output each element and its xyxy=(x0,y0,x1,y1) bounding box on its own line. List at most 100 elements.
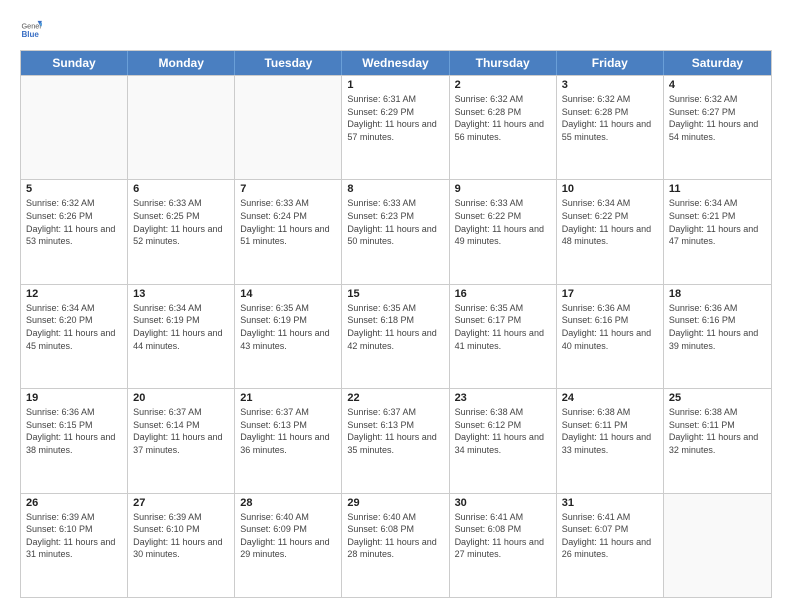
calendar-header: Sunday Monday Tuesday Wednesday Thursday… xyxy=(21,51,771,75)
empty-cell xyxy=(664,494,771,597)
day-info-5: Sunrise: 6:32 AM Sunset: 6:26 PM Dayligh… xyxy=(26,197,122,247)
day-info-24: Sunrise: 6:38 AM Sunset: 6:11 PM Dayligh… xyxy=(562,406,658,456)
day-number-24: 24 xyxy=(562,392,658,404)
day-number-5: 5 xyxy=(26,183,122,195)
day-info-1: Sunrise: 6:31 AM Sunset: 6:29 PM Dayligh… xyxy=(347,93,443,143)
day-cell-10: 10Sunrise: 6:34 AM Sunset: 6:22 PM Dayli… xyxy=(557,180,664,283)
day-info-6: Sunrise: 6:33 AM Sunset: 6:25 PM Dayligh… xyxy=(133,197,229,247)
calendar-row-1: 5 Sunrise: 6:32 AM Sunset: 6:26 PM Daylig… xyxy=(21,179,771,283)
header-thursday: Thursday xyxy=(450,51,557,75)
day-number-29: 29 xyxy=(347,497,443,509)
day-cell-30: 30 Sunrise: 6:41 AM Sunset: 6:08 PM Dayli… xyxy=(450,494,557,597)
day-cell-18: 18Sunrise: 6:36 AM Sunset: 6:16 PM Dayli… xyxy=(664,285,771,388)
day-info-31: Sunrise: 6:41 AM Sunset: 6:07 PM Dayligh… xyxy=(562,511,658,561)
day-info-8: Sunrise: 6:33 AM Sunset: 6:23 PM Dayligh… xyxy=(347,197,443,247)
header-saturday: Saturday xyxy=(664,51,771,75)
day-cell-31: 31 Sunrise: 6:41 AM Sunset: 6:07 PM Dayli… xyxy=(557,494,664,597)
day-number-4: 4 xyxy=(669,79,766,91)
day-info-10: Sunrise: 6:34 AM Sunset: 6:22 PM Dayligh… xyxy=(562,197,658,247)
empty-cell xyxy=(128,76,235,179)
header-sunday: Sunday xyxy=(21,51,128,75)
day-number-2: 2 xyxy=(455,79,551,91)
day-cell-16: 16 Sunrise: 6:35 AM Sunset: 6:17 PM Dayli… xyxy=(450,285,557,388)
header-wednesday: Wednesday xyxy=(342,51,449,75)
day-info-22: Sunrise: 6:37 AM Sunset: 6:13 PM Dayligh… xyxy=(347,406,443,456)
day-info-23: Sunrise: 6:38 AM Sunset: 6:12 PM Dayligh… xyxy=(455,406,551,456)
day-number-23: 23 xyxy=(455,392,551,404)
day-info-26: Sunrise: 6:39 AM Sunset: 6:10 PM Dayligh… xyxy=(26,511,122,561)
day-number-25: 25 xyxy=(669,392,766,404)
day-cell-20: 20 Sunrise: 6:37 AM Sunset: 6:14 PM Dayli… xyxy=(128,389,235,492)
day-cell-28: 28Sunrise: 6:40 AM Sunset: 6:09 PM Dayli… xyxy=(235,494,342,597)
day-cell-11: 11 Sunrise: 6:34 AM Sunset: 6:21 PM Dayli… xyxy=(664,180,771,283)
day-number-22: 22 xyxy=(347,392,443,404)
empty-cell xyxy=(21,76,128,179)
day-cell-13: 13 Sunrise: 6:34 AM Sunset: 6:19 PM Dayli… xyxy=(128,285,235,388)
day-cell-22: 22 Sunrise: 6:37 AM Sunset: 6:13 PM Dayli… xyxy=(342,389,449,492)
day-number-30: 30 xyxy=(455,497,551,509)
day-info-27: Sunrise: 6:39 AM Sunset: 6:10 PM Dayligh… xyxy=(133,511,229,561)
day-number-27: 27 xyxy=(133,497,229,509)
day-cell-6: 6Sunrise: 6:33 AM Sunset: 6:25 PM Daylig… xyxy=(128,180,235,283)
day-info-15: Sunrise: 6:35 AM Sunset: 6:18 PM Dayligh… xyxy=(347,302,443,352)
day-info-29: Sunrise: 6:40 AM Sunset: 6:08 PM Dayligh… xyxy=(347,511,443,561)
calendar-row-3: 19Sunrise: 6:36 AM Sunset: 6:15 PM Dayli… xyxy=(21,388,771,492)
day-number-8: 8 xyxy=(347,183,443,195)
day-cell-8: 8 Sunrise: 6:33 AM Sunset: 6:23 PM Daylig… xyxy=(342,180,449,283)
day-number-31: 31 xyxy=(562,497,658,509)
calendar-row-2: 12Sunrise: 6:34 AM Sunset: 6:20 PM Dayli… xyxy=(21,284,771,388)
day-info-11: Sunrise: 6:34 AM Sunset: 6:21 PM Dayligh… xyxy=(669,197,766,247)
header-monday: Monday xyxy=(128,51,235,75)
day-number-12: 12 xyxy=(26,288,122,300)
day-info-13: Sunrise: 6:34 AM Sunset: 6:19 PM Dayligh… xyxy=(133,302,229,352)
day-cell-3: 3 Sunrise: 6:32 AM Sunset: 6:28 PM Daylig… xyxy=(557,76,664,179)
calendar-body: 1 Sunrise: 6:31 AM Sunset: 6:29 PM Daylig… xyxy=(21,75,771,597)
day-cell-14: 14Sunrise: 6:35 AM Sunset: 6:19 PM Dayli… xyxy=(235,285,342,388)
day-number-11: 11 xyxy=(669,183,766,195)
day-cell-5: 5 Sunrise: 6:32 AM Sunset: 6:26 PM Daylig… xyxy=(21,180,128,283)
day-cell-15: 15 Sunrise: 6:35 AM Sunset: 6:18 PM Dayli… xyxy=(342,285,449,388)
day-cell-21: 21Sunrise: 6:37 AM Sunset: 6:13 PM Dayli… xyxy=(235,389,342,492)
day-number-20: 20 xyxy=(133,392,229,404)
day-number-1: 1 xyxy=(347,79,443,91)
day-info-17: Sunrise: 6:36 AM Sunset: 6:16 PM Dayligh… xyxy=(562,302,658,352)
page-header: General Blue xyxy=(20,18,772,40)
day-cell-2: 2 Sunrise: 6:32 AM Sunset: 6:28 PM Daylig… xyxy=(450,76,557,179)
day-info-20: Sunrise: 6:37 AM Sunset: 6:14 PM Dayligh… xyxy=(133,406,229,456)
day-info-21: Sunrise: 6:37 AM Sunset: 6:13 PM Dayligh… xyxy=(240,406,336,456)
day-number-26: 26 xyxy=(26,497,122,509)
day-cell-12: 12Sunrise: 6:34 AM Sunset: 6:20 PM Dayli… xyxy=(21,285,128,388)
day-number-16: 16 xyxy=(455,288,551,300)
day-info-4: Sunrise: 6:32 AM Sunset: 6:27 PM Dayligh… xyxy=(669,93,766,143)
day-number-3: 3 xyxy=(562,79,658,91)
day-cell-23: 23 Sunrise: 6:38 AM Sunset: 6:12 PM Dayli… xyxy=(450,389,557,492)
day-cell-27: 27 Sunrise: 6:39 AM Sunset: 6:10 PM Dayli… xyxy=(128,494,235,597)
logo: General Blue xyxy=(20,18,46,40)
day-info-9: Sunrise: 6:33 AM Sunset: 6:22 PM Dayligh… xyxy=(455,197,551,247)
day-info-2: Sunrise: 6:32 AM Sunset: 6:28 PM Dayligh… xyxy=(455,93,551,143)
day-info-16: Sunrise: 6:35 AM Sunset: 6:17 PM Dayligh… xyxy=(455,302,551,352)
day-number-28: 28 xyxy=(240,497,336,509)
logo-icon: General Blue xyxy=(20,18,42,40)
day-info-30: Sunrise: 6:41 AM Sunset: 6:08 PM Dayligh… xyxy=(455,511,551,561)
day-cell-1: 1 Sunrise: 6:31 AM Sunset: 6:29 PM Daylig… xyxy=(342,76,449,179)
day-number-9: 9 xyxy=(455,183,551,195)
day-cell-7: 7Sunrise: 6:33 AM Sunset: 6:24 PM Daylig… xyxy=(235,180,342,283)
day-number-17: 17 xyxy=(562,288,658,300)
day-number-15: 15 xyxy=(347,288,443,300)
calendar-row-0: 1 Sunrise: 6:31 AM Sunset: 6:29 PM Daylig… xyxy=(21,75,771,179)
day-cell-26: 26 Sunrise: 6:39 AM Sunset: 6:10 PM Dayli… xyxy=(21,494,128,597)
day-cell-25: 25 Sunrise: 6:38 AM Sunset: 6:11 PM Dayli… xyxy=(664,389,771,492)
day-cell-29: 29 Sunrise: 6:40 AM Sunset: 6:08 PM Dayli… xyxy=(342,494,449,597)
day-number-7: 7 xyxy=(240,183,336,195)
header-tuesday: Tuesday xyxy=(235,51,342,75)
empty-cell xyxy=(235,76,342,179)
day-cell-9: 9 Sunrise: 6:33 AM Sunset: 6:22 PM Daylig… xyxy=(450,180,557,283)
day-info-3: Sunrise: 6:32 AM Sunset: 6:28 PM Dayligh… xyxy=(562,93,658,143)
day-info-25: Sunrise: 6:38 AM Sunset: 6:11 PM Dayligh… xyxy=(669,406,766,456)
calendar-row-4: 26 Sunrise: 6:39 AM Sunset: 6:10 PM Dayli… xyxy=(21,493,771,597)
day-number-13: 13 xyxy=(133,288,229,300)
header-friday: Friday xyxy=(557,51,664,75)
svg-text:Blue: Blue xyxy=(21,30,39,39)
day-number-19: 19 xyxy=(26,392,122,404)
